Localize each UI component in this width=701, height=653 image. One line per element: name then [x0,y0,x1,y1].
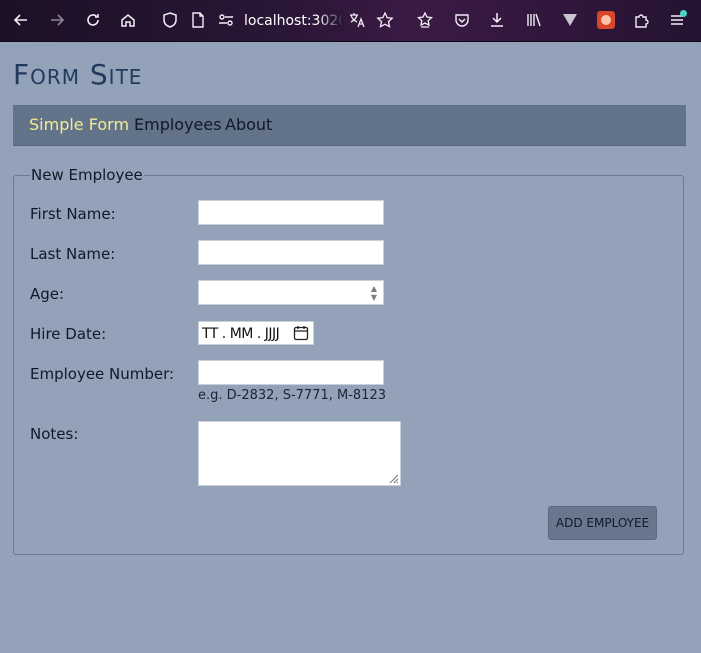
home-icon[interactable] [118,10,138,30]
library-icon[interactable] [524,10,544,30]
nav-item-employees[interactable]: Employees [134,105,222,145]
translate-icon[interactable] [347,10,367,30]
chevron-down-icon[interactable]: ▼ [367,293,381,302]
pocket-icon[interactable] [452,10,472,30]
puzzle-icon[interactable] [632,10,652,30]
nav-item-about[interactable]: About [225,105,272,145]
hire-date-input[interactable]: TT . MM . JJJJ [198,321,314,345]
shield-icon[interactable] [160,10,180,30]
last-name-input[interactable] [198,240,384,265]
vivaldi-v-icon[interactable] [560,10,580,30]
bookmark-star-icon[interactable] [375,10,395,30]
age-label: Age: [30,285,65,303]
chevron-up-icon[interactable]: ▲ [367,284,381,293]
resize-grip-icon[interactable] [387,472,399,484]
hire-date-placeholder: TT . MM . JJJJ [202,326,280,342]
notes-textarea[interactable] [198,421,401,486]
notes-label: Notes: [30,425,79,443]
employee-number-input[interactable] [198,360,384,385]
last-name-label: Last Name: [30,245,116,263]
pocket-save-icon[interactable] [415,10,435,30]
age-input[interactable] [198,280,384,305]
extension-icon[interactable] [597,11,615,29]
reload-icon[interactable] [83,10,103,30]
add-employee-button[interactable]: Add Employee [548,506,657,540]
fieldset-legend: New Employee [31,166,143,184]
employee-number-hint: e.g. D-2832, S-7771, M-8123 [198,388,386,403]
permissions-icon[interactable] [216,10,236,30]
first-name-label: First Name: [30,205,116,223]
browser-toolbar: localhost:3020/ [0,0,701,42]
forward-arrow-icon[interactable] [47,10,67,30]
age-spinner[interactable]: ▲ ▼ [367,284,381,303]
calendar-icon[interactable] [293,325,309,341]
hire-date-label: Hire Date: [30,325,107,343]
download-icon[interactable] [487,10,507,30]
first-name-input[interactable] [198,200,384,225]
employee-number-label: Employee Number: [30,365,175,383]
nav-item-simple-form[interactable]: Simple Form [29,105,129,145]
update-badge [680,10,687,17]
url-fade [318,10,344,32]
main-nav: Simple Form Employees About [13,105,686,146]
page-icon[interactable] [188,10,208,30]
page-title: Form Site [13,58,143,91]
back-arrow-icon[interactable] [11,10,31,30]
